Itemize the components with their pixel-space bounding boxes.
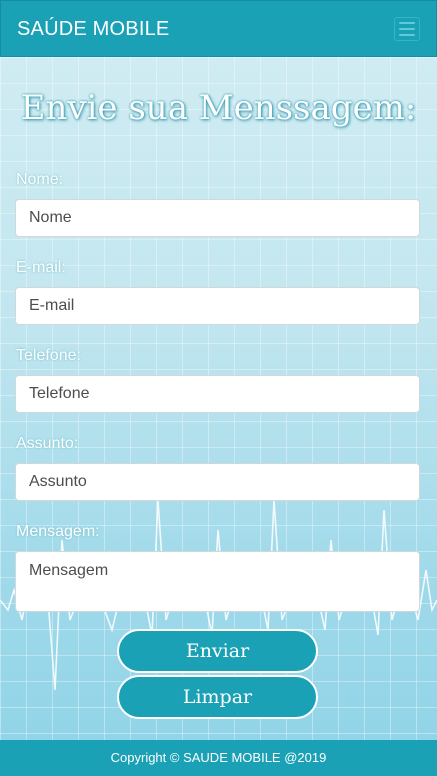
hamburger-line — [399, 34, 415, 36]
hamburger-line — [399, 22, 415, 24]
hamburger-icon[interactable] — [394, 17, 420, 41]
brand-title[interactable]: SAÚDE MOBILE — [17, 18, 169, 41]
telefone-label: Telefone: — [16, 347, 81, 364]
email-input[interactable] — [15, 287, 420, 325]
limpar-button[interactable]: Limpar — [117, 675, 318, 719]
email-label: E-mail: — [16, 259, 66, 276]
top-navbar: SAÚDE MOBILE — [0, 0, 437, 57]
mensagem-textarea[interactable] — [15, 551, 420, 612]
nome-label: Nome: — [16, 171, 64, 188]
mensagem-label: Mensagem: — [16, 523, 100, 540]
hamburger-line — [399, 28, 415, 30]
assunto-input[interactable] — [15, 463, 420, 501]
nome-input[interactable] — [15, 199, 420, 237]
copyright-text: Copyright © SAUDE MOBILE @2019 — [110, 750, 327, 765]
assunto-label: Assunto: — [16, 435, 79, 452]
form-title: Envie sua Menssagem: — [20, 88, 417, 128]
footer: Copyright © SAUDE MOBILE @2019 — [0, 740, 437, 776]
telefone-input[interactable] — [15, 375, 420, 413]
enviar-button[interactable]: Enviar — [117, 629, 318, 673]
